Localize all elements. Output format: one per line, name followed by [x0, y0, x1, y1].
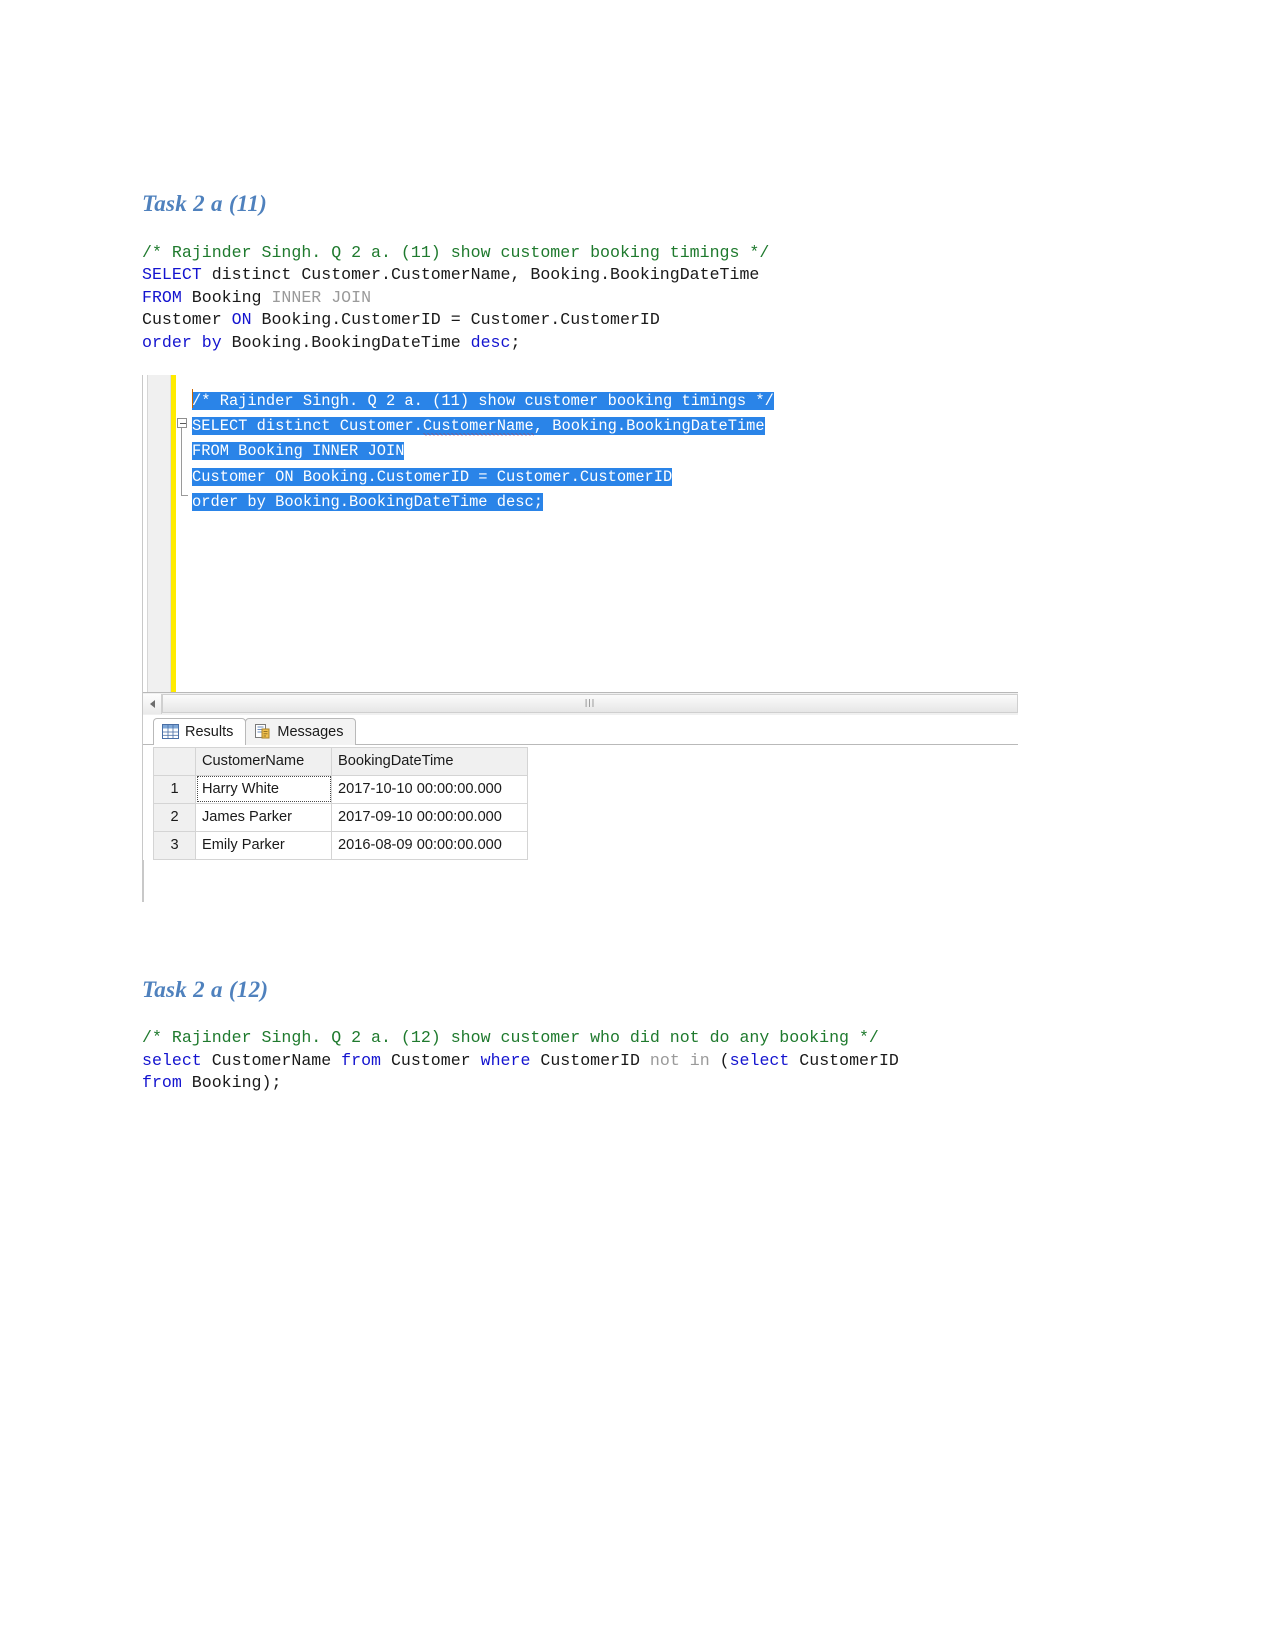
editor-line-1-text: /* Rajinder Singh. Q 2 a. (11) show cust…: [192, 391, 774, 410]
code-line: Customer ON Booking.CustomerID = Custome…: [142, 309, 1132, 332]
ssms-screenshot: /* Rajinder Singh. Q 2 a. (11) show cust…: [142, 374, 1018, 902]
cell-customername[interactable]: Harry White: [195, 774, 332, 804]
code-token: Customer: [381, 1050, 481, 1070]
code-token: (: [709, 1050, 730, 1070]
code-token: CustomerName: [201, 1050, 342, 1070]
results-grid-container[interactable]: CustomerName BookingDateTime 1 Harry Whi…: [143, 744, 1018, 860]
grid-header-row: CustomerName BookingDateTime: [153, 746, 528, 776]
code-token: select: [142, 1050, 202, 1070]
code-token: INNER JOIN: [271, 287, 372, 307]
outlining-end-marker: [181, 494, 188, 496]
code-token: FROM: [142, 287, 182, 307]
results-grid[interactable]: CustomerName BookingDateTime 1 Harry Whi…: [153, 746, 528, 860]
editor-line-2-text-a: SELECT distinct Customer.: [192, 416, 423, 435]
cell-customername[interactable]: Emily Parker: [195, 830, 332, 860]
editor-line-3-text: FROM Booking INNER JOIN: [192, 442, 405, 461]
code-token: from: [142, 1073, 182, 1093]
code-token: CustomerID: [530, 1050, 650, 1070]
code-token: Booking.CustomerID = Customer.CustomerID: [251, 310, 660, 330]
tab-messages[interactable]: Messages: [245, 717, 357, 745]
page-title-task-2a-11: Task 2 a (11): [142, 191, 268, 216]
code-token: CustomerID: [789, 1050, 899, 1070]
editor-horizontal-scrollbar[interactable]: lll: [143, 691, 1018, 715]
code-line: FROM Booking INNER JOIN: [142, 287, 1132, 310]
scroll-left-button[interactable]: [143, 693, 162, 714]
grid-icon: [162, 724, 179, 740]
cell-bookingdatetime[interactable]: 2017-09-10 00:00:00.000: [331, 802, 528, 832]
code-line: /* Rajinder Singh. Q 2 a. (12) show cust…: [142, 1027, 1132, 1050]
code-line: SELECT distinct Customer.CustomerName, B…: [142, 264, 1132, 287]
code-token: Customer: [142, 310, 232, 330]
editor-line-5-text: order by Booking.BookingDateTime desc;: [192, 493, 543, 512]
editor-outlining-margin[interactable]: [176, 374, 192, 692]
document-page: Task 2 a (11) /* Rajinder Singh. Q 2 a. …: [0, 0, 1275, 1650]
editor-indicator-margin[interactable]: [148, 374, 171, 692]
code-token: from: [341, 1050, 382, 1070]
collapse-expand-icon[interactable]: [177, 417, 187, 428]
code-token: /* Rajinder Singh. Q 2 a. (12) show cust…: [142, 1028, 879, 1048]
chevron-left-icon: [149, 699, 155, 708]
code-token: /* Rajinder Singh. Q 2 a. (11) show cust…: [142, 242, 770, 262]
editor-line-2: SELECT distinct Customer.CustomerName, B…: [192, 414, 1018, 439]
results-pane-empty-area: [143, 859, 1018, 902]
code-token: select: [729, 1050, 790, 1070]
code-token: Booking: [181, 287, 272, 307]
ssms-query-editor[interactable]: /* Rajinder Singh. Q 2 a. (11) show cust…: [143, 374, 1018, 692]
code-token: Booking.BookingDateTime: [221, 332, 471, 352]
outlining-line: [181, 427, 182, 496]
code-token: Booking);: [181, 1073, 282, 1093]
row-number[interactable]: 1: [153, 774, 196, 804]
code-line: order by Booking.BookingDateTime desc;: [142, 332, 1132, 355]
cell-bookingdatetime[interactable]: 2017-10-10 00:00:00.000: [331, 774, 528, 804]
column-header-customername[interactable]: CustomerName: [195, 746, 332, 776]
editor-text-area[interactable]: /* Rajinder Singh. Q 2 a. (11) show cust…: [192, 375, 1018, 692]
code-line: select CustomerName from Customer where …: [142, 1050, 1132, 1073]
editor-line-4: Customer ON Booking.CustomerID = Custome…: [192, 465, 1018, 490]
code-token: order by: [142, 332, 222, 352]
code-line: /* Rajinder Singh. Q 2 a. (11) show cust…: [142, 242, 1132, 265]
results-pane-tabs[interactable]: Results Messages: [143, 714, 1018, 745]
page-title-task-2a-12: Task 2 a (12): [142, 976, 269, 1002]
document-content: Task 2 a (11) /* Rajinder Singh. Q 2 a. …: [142, 190, 1132, 1095]
code-token: ON: [231, 310, 252, 330]
sql-code-block-1: /* Rajinder Singh. Q 2 a. (11) show cust…: [142, 242, 1132, 355]
code-token: ;: [510, 332, 521, 352]
row-number[interactable]: 2: [153, 802, 196, 832]
tab-results-label: Results: [185, 723, 234, 740]
spell-error-underline: CustomerName: [422, 416, 534, 436]
messages-icon: [255, 724, 270, 739]
editor-line-2-text-b: , Booking.BookingDateTime: [533, 416, 765, 435]
scrollbar-thumb[interactable]: lll: [162, 694, 1018, 714]
tab-results[interactable]: Results: [153, 717, 247, 745]
code-token: SELECT: [142, 265, 202, 285]
tab-messages-label: Messages: [277, 723, 344, 740]
code-token: distinct Customer.CustomerName, Booking.…: [201, 265, 760, 285]
cell-customername[interactable]: James Parker: [195, 802, 332, 832]
scrollbar-grip-icon: lll: [584, 697, 596, 710]
sql-code-block-2: /* Rajinder Singh. Q 2 a. (12) show cust…: [142, 1027, 1132, 1095]
editor-line-1: /* Rajinder Singh. Q 2 a. (11) show cust…: [192, 389, 1018, 414]
table-row[interactable]: 3 Emily Parker 2016-08-09 00:00:00.000: [153, 830, 528, 860]
code-line: from Booking);: [142, 1072, 1132, 1095]
table-row[interactable]: 2 James Parker 2017-09-10 00:00:00.000: [153, 802, 528, 832]
row-number[interactable]: 3: [153, 830, 196, 860]
code-token: where: [480, 1050, 531, 1070]
editor-line-4-text: Customer ON Booking.CustomerID = Custome…: [192, 467, 673, 486]
cell-bookingdatetime[interactable]: 2016-08-09 00:00:00.000: [331, 830, 528, 860]
code-token: not in: [649, 1050, 710, 1070]
column-header-rownum[interactable]: [153, 746, 196, 776]
editor-line-3: FROM Booking INNER JOIN: [192, 439, 1018, 464]
column-header-bookingdatetime[interactable]: BookingDateTime: [331, 746, 528, 776]
code-token: desc: [470, 332, 511, 352]
table-row[interactable]: 1 Harry White 2017-10-10 00:00:00.000: [153, 774, 528, 804]
text-caret: [192, 388, 193, 408]
editor-line-5: order by Booking.BookingDateTime desc;: [192, 490, 1018, 515]
